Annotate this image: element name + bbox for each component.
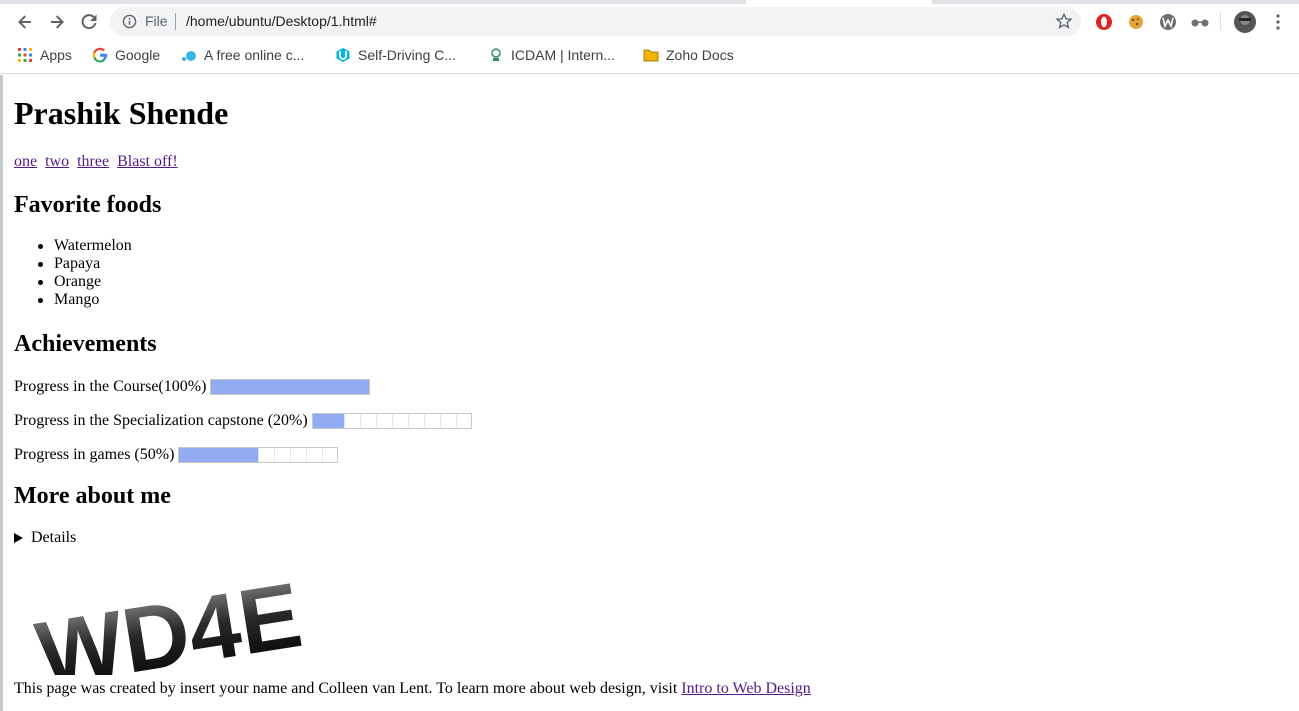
bookmark-label: ICDAM | Intern... xyxy=(511,47,615,63)
progress-meter xyxy=(210,379,371,395)
nav-link-one[interactable]: one xyxy=(14,153,37,170)
nav-link-blast-off[interactable]: Blast off! xyxy=(117,153,178,170)
details-toggle[interactable]: Details xyxy=(14,529,76,547)
progress-row-capstone: Progress in the Specialization capstone … xyxy=(14,412,472,430)
wd4e-logo: WD4E xyxy=(30,564,308,675)
disclosure-triangle-icon xyxy=(14,533,23,543)
list-item: Orange xyxy=(38,273,132,291)
back-button[interactable] xyxy=(13,10,37,34)
list-item: Watermelon xyxy=(38,237,132,254)
logo-text: WD4E xyxy=(30,564,308,675)
arrow-right-icon xyxy=(51,15,64,29)
url-text[interactable]: /home/ubuntu/Desktop/1.html# xyxy=(186,13,377,29)
progress-label: Progress in the Specialization capstone … xyxy=(14,412,308,429)
w-extension-icon[interactable] xyxy=(1158,12,1178,32)
bookmark-label: Self-Driving C... xyxy=(358,47,457,63)
folder-icon xyxy=(643,49,659,62)
achievements-heading: Achievements xyxy=(14,331,157,357)
progress-row-games: Progress in games (50%) xyxy=(14,446,339,464)
progress-label: Progress in the Course(100%) xyxy=(14,378,207,395)
reload-icon xyxy=(81,14,97,30)
avatar[interactable] xyxy=(1234,11,1256,33)
active-tab[interactable] xyxy=(746,0,932,4)
bookmark-icdam[interactable]: ICDAM | Intern... xyxy=(488,45,615,65)
progress-meter xyxy=(311,413,472,429)
list-item: Papaya xyxy=(38,255,132,273)
progress-row-course: Progress in the Course(100%) xyxy=(14,378,371,396)
bookmark-label: Apps xyxy=(40,47,72,63)
nav-links: one two three Blast off! xyxy=(14,153,182,171)
details-summary: Details xyxy=(31,529,77,546)
page-title: Prashik Shende xyxy=(14,95,229,131)
google-icon xyxy=(92,47,108,63)
bookmark-apps[interactable]: Apps xyxy=(17,45,72,65)
bookmark-self-driving[interactable]: Self-Driving C... xyxy=(335,45,456,65)
bookmark-label: Google xyxy=(115,47,161,63)
toolbar-divider xyxy=(1220,12,1221,30)
page-content: Prashik Shende one two three Blast off! … xyxy=(0,75,1299,711)
apps-grid-icon xyxy=(18,48,32,62)
info-icon[interactable] xyxy=(122,14,137,29)
progress-fill xyxy=(312,414,345,428)
tab-strip xyxy=(0,0,1299,4)
address-bar[interactable]: File /home/ubuntu/Desktop/1.html# xyxy=(110,7,1081,36)
progress-fill xyxy=(211,380,370,394)
bookmark-label: Zoho Docs xyxy=(666,47,734,63)
bookmark-google[interactable]: Google xyxy=(92,45,160,65)
bookmark-free-online[interactable]: A free online c... xyxy=(181,45,304,65)
intro-web-design-link[interactable]: Intro to Web Design xyxy=(681,680,811,697)
browser-chrome: File /home/ubuntu/Desktop/1.html# Apps G… xyxy=(0,0,1299,74)
bookmark-label: A free online c... xyxy=(204,47,305,63)
icdam-icon xyxy=(491,48,501,61)
footer-text: This page was created by insert your nam… xyxy=(14,680,682,697)
progress-meter xyxy=(178,447,339,463)
menu-kebab-icon[interactable] xyxy=(1268,12,1288,32)
dot-icon xyxy=(182,51,196,61)
foods-list: Watermelon Papaya Orange Mango xyxy=(38,237,132,309)
nav-link-three[interactable]: three xyxy=(77,153,109,170)
opera-extension-icon[interactable] xyxy=(1094,12,1114,32)
cookie-extension-icon[interactable] xyxy=(1126,12,1146,32)
glasses-extension-icon[interactable] xyxy=(1190,12,1210,32)
list-item: Mango xyxy=(38,291,132,309)
more-about-me-heading: More about me xyxy=(14,483,171,509)
bookmarks-bar: Apps Google A free online c... Self-Driv… xyxy=(0,42,1299,68)
udacity-icon xyxy=(336,48,350,62)
url-scheme: File xyxy=(145,13,168,29)
forward-button[interactable] xyxy=(45,10,69,34)
favorite-foods-heading: Favorite foods xyxy=(14,192,162,218)
progress-fill xyxy=(179,448,259,462)
footer: This page was created by insert your nam… xyxy=(14,680,811,698)
nav-link-two[interactable]: two xyxy=(45,153,69,170)
reload-button[interactable] xyxy=(77,10,101,34)
bookmark-zoho-docs[interactable]: Zoho Docs xyxy=(643,45,734,65)
progress-label: Progress in games (50%) xyxy=(14,446,175,463)
bookmark-star-icon[interactable] xyxy=(1055,12,1073,30)
url-separator xyxy=(175,13,176,30)
arrow-left-icon xyxy=(18,15,31,29)
